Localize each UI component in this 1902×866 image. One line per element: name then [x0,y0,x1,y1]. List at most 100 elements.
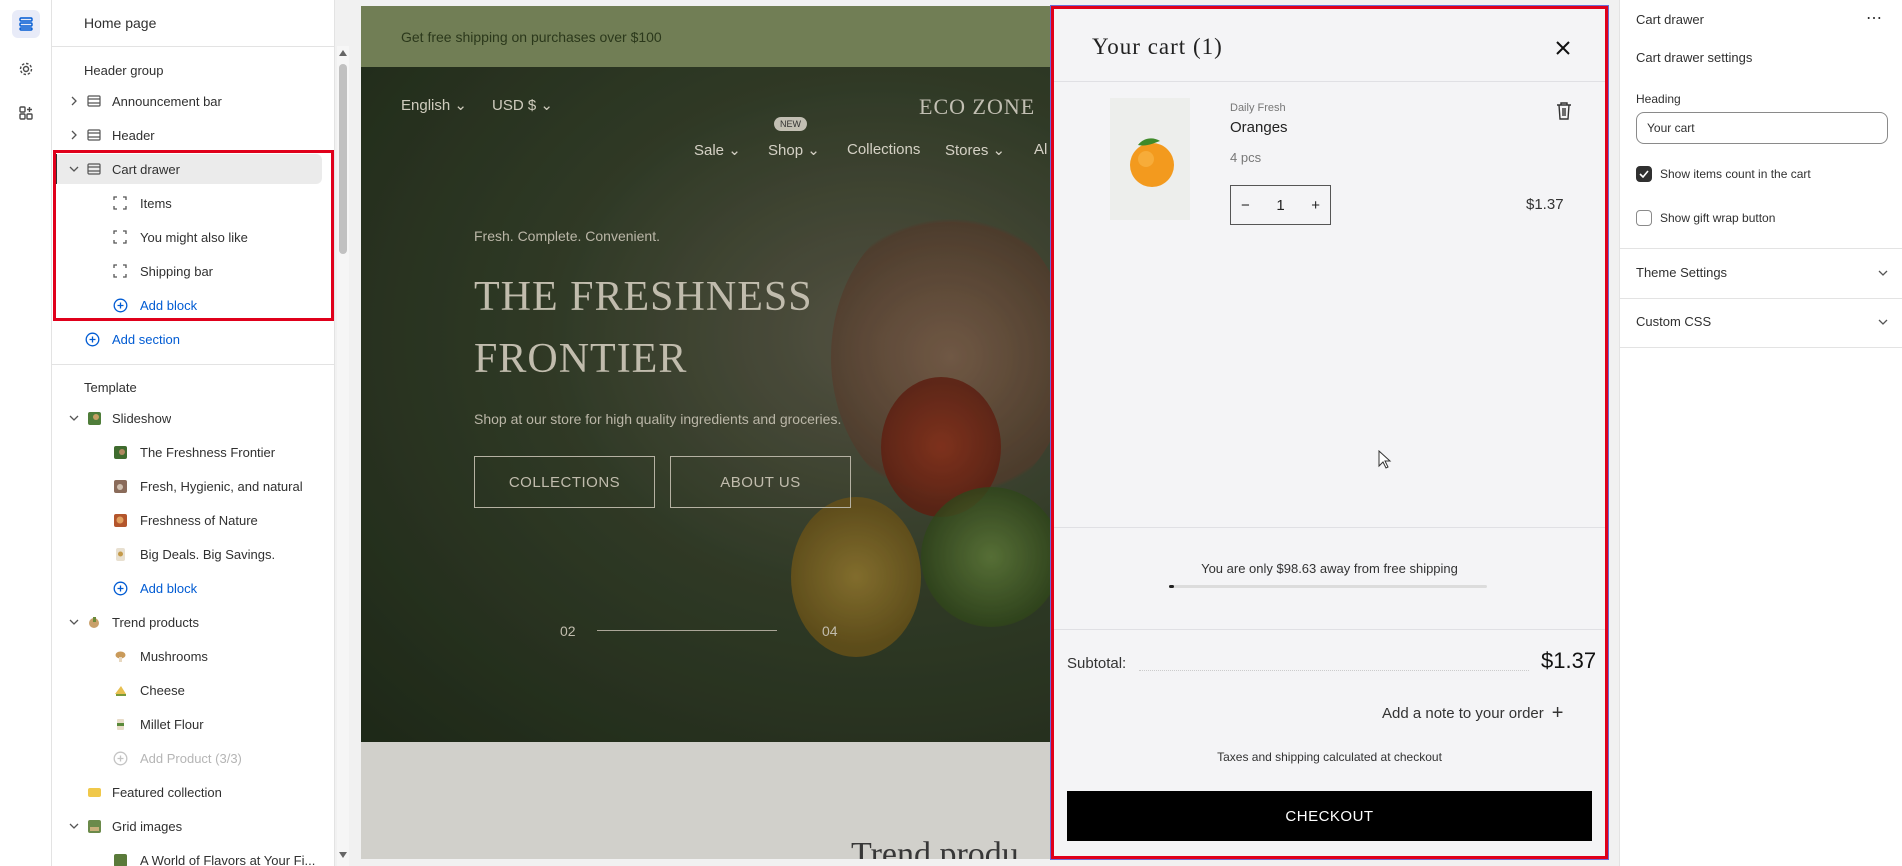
cart-title: Your cart (1) [1092,34,1223,60]
store-preview: Get free shipping on purchases over $100… [361,6,1051,859]
grid-thumb-icon [86,818,102,834]
more-icon[interactable]: ⋯ [1866,8,1888,28]
add-note-button[interactable]: Add a note to your order + [1382,702,1563,725]
checkbox-unchecked-icon[interactable] [1636,210,1652,226]
page-selector[interactable]: Home page [52,0,334,47]
plus-icon[interactable]: + [1311,197,1320,214]
slide-label: Fresh, Hygienic, and natural [140,478,303,494]
chevron-right-icon[interactable] [68,95,80,107]
plus-circle-icon [112,750,128,766]
show-items-count-checkbox[interactable]: Show items count in the cart [1636,166,1811,182]
divider [52,364,334,365]
plus-circle-icon [112,580,128,596]
product-item[interactable]: Mushrooms [52,641,322,671]
collection-thumb-icon [86,784,102,800]
checkout-button[interactable]: CHECKOUT [1067,791,1592,841]
product-thumb-icon [112,648,128,664]
slide-item[interactable]: Big Deals. Big Savings. [52,539,322,569]
slide-item[interactable]: Freshness of Nature [52,505,322,535]
product-name[interactable]: Oranges [1230,119,1288,136]
section-label: Trend products [112,614,199,630]
sections-icon[interactable] [12,10,40,38]
accordion-label: Theme Settings [1636,265,1728,280]
section-label: Header [112,127,155,143]
plus-icon: + [1551,702,1564,724]
scroll-down-icon[interactable] [339,852,347,858]
heading-label: Heading [1636,92,1681,106]
product-thumb-icon [112,682,128,698]
slide-item[interactable]: The Freshness Frontier [52,437,322,467]
subtotal-value: $1.37 [1541,648,1597,673]
custom-css-accordion[interactable]: Custom CSS [1636,314,1888,329]
product-thumb-icon [112,716,128,732]
scrollbar-thumb[interactable] [339,64,347,254]
slide-item[interactable]: Fresh, Hygienic, and natural [52,471,322,501]
checkbox-label: Show gift wrap button [1660,211,1776,225]
note-label: Add a note to your order [1382,705,1544,722]
checkbox-label: Show items count in the cart [1660,167,1811,181]
close-icon[interactable] [1552,37,1574,59]
divider [1054,527,1605,528]
product-thumb-icon [86,614,102,630]
scroll-up-icon[interactable] [339,50,347,56]
template-label: Template [84,380,137,395]
product-label: Mushrooms [140,648,208,664]
slide-label: Freshness of Nature [140,512,258,528]
checkbox-checked-icon[interactable] [1636,166,1652,182]
subtotal-leader [1139,670,1529,671]
gear-icon[interactable] [12,55,40,83]
divider [1620,298,1902,299]
cart-count: (1) [1192,34,1223,59]
page-title: Home page [84,15,157,31]
left-scrollbar[interactable] [337,46,349,866]
section-grid-images[interactable]: Grid images [52,811,322,841]
chevron-down-icon[interactable] [68,820,80,832]
product-item[interactable]: Millet Flour [52,709,322,739]
quantity-value[interactable]: 1 [1276,197,1284,214]
trash-icon[interactable] [1555,101,1573,121]
cart-drawer: Your cart (1) Daily Fresh Oranges 4 pcs … [1051,6,1608,859]
drawer-backdrop[interactable] [361,6,1051,859]
add-section-label: Add section [112,331,180,347]
minus-icon[interactable]: − [1241,197,1250,214]
tax-note: Taxes and shipping calculated at checkou… [1217,750,1442,764]
product-item[interactable]: Cheese [52,675,322,705]
section-slideshow[interactable]: Slideshow [52,403,322,433]
divider [1620,347,1902,348]
section-trend-products[interactable]: Trend products [52,607,322,637]
apps-icon[interactable] [12,99,40,127]
heading-input[interactable] [1636,112,1888,144]
chevron-down-icon[interactable] [68,412,80,424]
grid-image-item[interactable]: A World of Flavors at Your Fi... [52,845,322,866]
add-block-label: Add block [140,580,198,596]
divider [1620,248,1902,249]
theme-editor: Home page Header group Announcement bar … [0,0,1902,866]
add-product-button: Add Product (3/3) [52,743,322,773]
product-label: Cheese [140,682,185,698]
section-header[interactable]: Header [52,120,322,150]
section-featured-collection[interactable]: Featured collection [52,777,322,807]
product-vendor: Daily Fresh [1230,102,1286,114]
settings-section-title: Cart drawer settings [1636,50,1753,65]
add-section-button[interactable]: Add section [52,324,322,354]
mouse-cursor-icon [1378,450,1392,469]
grid-image-label: A World of Flavors at Your Fi... [140,852,316,866]
chevron-down-icon [1878,270,1888,276]
cart-drawer-highlight [53,150,334,321]
chevron-right-icon[interactable] [68,129,80,141]
slide-label: The Freshness Frontier [140,444,276,460]
section-icon [86,127,102,143]
show-gift-wrap-checkbox[interactable]: Show gift wrap button [1636,210,1775,226]
shipping-message: You are only $98.63 away from free shipp… [1201,561,1458,576]
slide-label: Big Deals. Big Savings. [140,546,276,562]
section-announcement-bar[interactable]: Announcement bar [52,86,322,116]
theme-settings-accordion[interactable]: Theme Settings [1636,265,1888,280]
sections-panel: Home page Header group Announcement bar … [52,0,335,866]
quantity-stepper: − 1 + [1230,185,1331,225]
header-group-label: Header group [84,63,164,78]
chevron-down-icon[interactable] [68,616,80,628]
section-label: Grid images [112,818,183,834]
add-product-label: Add Product (3/3) [140,750,242,766]
product-image[interactable] [1110,98,1190,220]
add-block-button[interactable]: Add block [52,573,322,603]
